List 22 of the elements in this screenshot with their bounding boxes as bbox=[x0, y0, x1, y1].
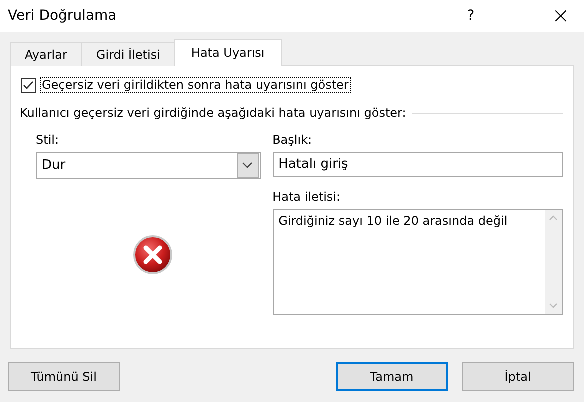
chevron-down-icon bbox=[242, 162, 254, 169]
message-label: Hata iletisi: bbox=[272, 190, 342, 206]
checkbox-label[interactable]: Geçersiz veri girildikten sonra hata uyarısını göster bbox=[40, 77, 351, 93]
title-label: Başlık: bbox=[272, 133, 314, 149]
tab[interactable]: Girdi İletisi bbox=[81, 42, 176, 66]
style-label: Stil: bbox=[36, 133, 60, 149]
checkbox[interactable] bbox=[21, 78, 36, 92]
window-title: Veri Doğrulama bbox=[7, 8, 118, 24]
dialog-button[interactable]: Tümünü Sil bbox=[8, 362, 120, 391]
dialog-button[interactable]: Tamam bbox=[336, 362, 448, 391]
close-button[interactable]: × bbox=[538, 0, 584, 32]
help-button[interactable]: ? bbox=[448, 0, 494, 32]
scrollbar[interactable] bbox=[545, 210, 562, 314]
dialog-button[interactable]: İptal bbox=[462, 362, 574, 391]
tab[interactable]: Ayarlar bbox=[10, 42, 82, 66]
title-field[interactable]: Hatalı giriş bbox=[272, 152, 563, 177]
scroll-up-icon[interactable] bbox=[549, 215, 558, 221]
section-label: Kullanıcı geçersiz veri girdiğinde aşağıdaki hata uyarısını göster: bbox=[20, 106, 406, 120]
style-dropdown[interactable]: Dur bbox=[36, 152, 261, 179]
message-field[interactable]: Girdiğiniz sayı 10 ile 20 arasında değil bbox=[272, 209, 563, 315]
scroll-down-icon[interactable] bbox=[549, 303, 558, 309]
tab[interactable]: Hata Uyarısı bbox=[174, 39, 282, 66]
